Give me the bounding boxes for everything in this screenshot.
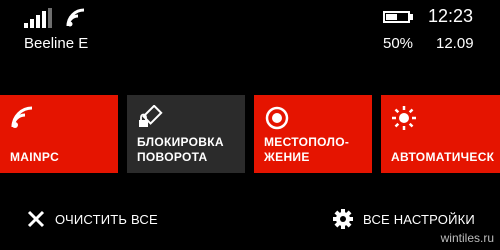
brightness-icon (392, 106, 416, 130)
quick-action-brightness[interactable]: АВТОМАТИЧЕСК (381, 95, 500, 173)
wifi-icon (11, 106, 33, 128)
watermark: wintiles.ru (440, 231, 494, 245)
tile-label-rotation-lock: БЛОКИРОВКА ПОВОРОТА (137, 135, 224, 164)
all-settings-label: ВСЕ НАСТРОЙКИ (363, 211, 475, 227)
date: 12.09 (436, 35, 474, 52)
carrier-name: Beeline E (24, 35, 89, 52)
tile-label-brightness: АВТОМАТИЧЕСК (391, 150, 495, 164)
clear-all-button[interactable]: ОЧИСТИТЬ ВСЕ (27, 206, 158, 232)
quick-action-location[interactable]: МЕСТОПОЛО- ЖЕНИЕ (254, 95, 372, 173)
location-icon (265, 106, 289, 130)
gear-icon (333, 209, 353, 229)
close-icon (27, 210, 45, 228)
battery-icon (383, 11, 410, 23)
quick-action-rotation-lock[interactable]: БЛОКИРОВКА ПОВОРОТА (127, 95, 245, 173)
all-settings-button[interactable]: ВСЕ НАСТРОЙКИ (333, 206, 475, 232)
battery-percent: 50% (383, 35, 414, 52)
clear-all-label: ОЧИСТИТЬ ВСЕ (55, 211, 158, 227)
clock-time: 12:23 (428, 6, 474, 26)
wifi-status-icon (66, 8, 85, 27)
signal-strength-icon (24, 8, 52, 28)
tile-label-wifi: MAINPC (10, 150, 60, 164)
rotation-lock-icon (139, 105, 163, 127)
tile-label-location: МЕСТОПОЛО- ЖЕНИЕ (264, 135, 350, 164)
quick-action-wifi[interactable]: MAINPC (0, 95, 118, 173)
